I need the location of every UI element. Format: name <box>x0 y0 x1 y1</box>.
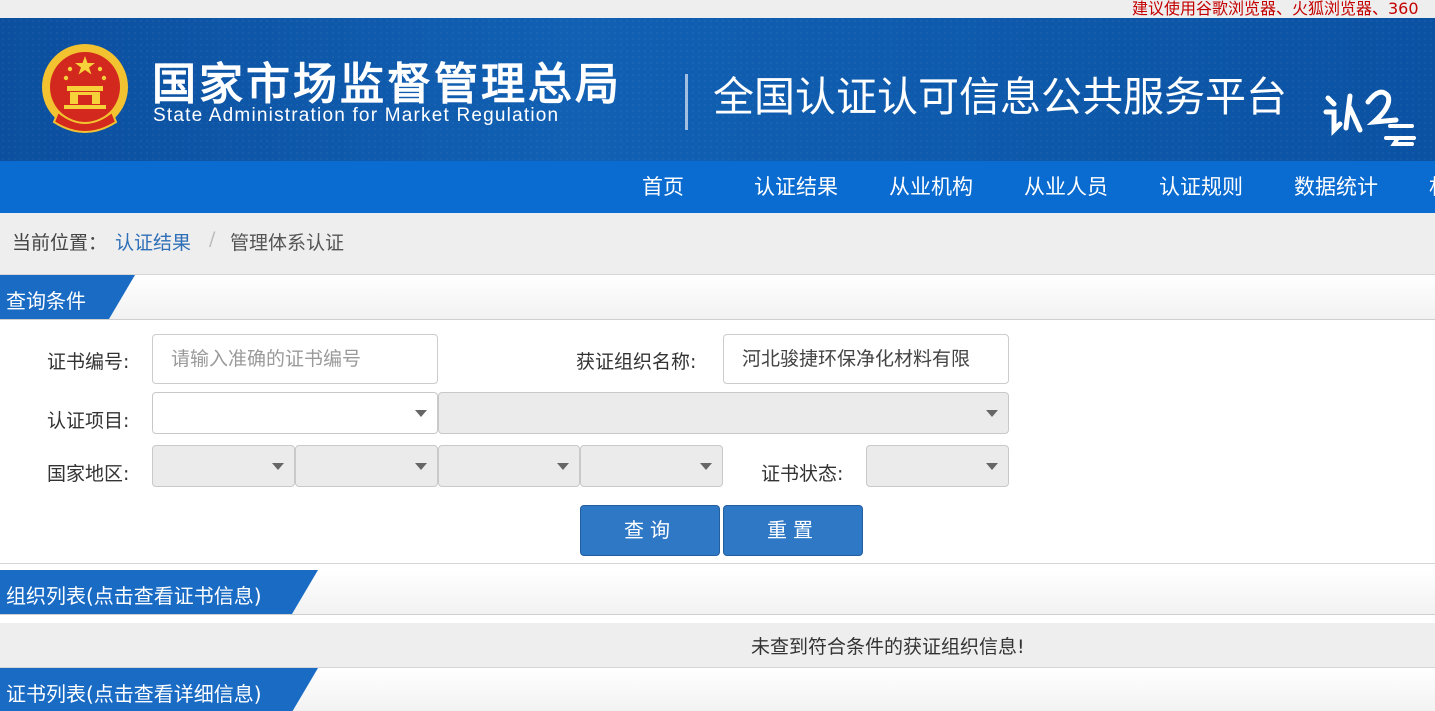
header-divider <box>685 74 688 130</box>
platform-title: 全国认证认可信息公共服务平台 <box>713 73 1287 121</box>
cert-project-select[interactable] <box>152 392 438 434</box>
empty-message: 未查到符合条件的获证组织信息! <box>751 636 1025 658</box>
cert-no-label: 证书编号: <box>47 351 130 373</box>
agency-name-en: State Administration for Market Regulati… <box>153 105 560 126</box>
chevron-down-icon <box>986 410 998 417</box>
top-strip: 建议使用谷歌浏览器、火狐浏览器、360 <box>0 0 1435 18</box>
cert-subproject-select[interactable] <box>438 392 1009 434</box>
org-name-label: 获证组织名称: <box>576 351 697 373</box>
nav-item-cert-rules[interactable]: 认证规则 <box>1159 161 1243 213</box>
chevron-down-icon <box>415 410 427 417</box>
browser-notice: 建议使用谷歌浏览器、火狐浏览器、360 <box>1132 0 1419 18</box>
cert-project-label: 认证项目: <box>47 410 130 432</box>
cert-status-select[interactable] <box>866 445 1009 487</box>
chevron-down-icon <box>700 463 712 470</box>
query-section-header: 查询条件 <box>0 275 1435 320</box>
query-section-title: 查询条件 <box>6 289 86 313</box>
chevron-down-icon <box>986 463 998 470</box>
region-district-select[interactable] <box>580 445 723 487</box>
nav-item-cert-results[interactable]: 认证结果 <box>754 161 838 213</box>
region-country-select[interactable] <box>152 445 295 487</box>
breadcrumb-separator: / <box>209 228 216 250</box>
org-list-header: 组织列表(点击查看证书信息) <box>0 570 1435 615</box>
search-button[interactable]: 查询 <box>580 505 720 556</box>
region-city-select[interactable] <box>438 445 580 487</box>
region-province-select[interactable] <box>295 445 438 487</box>
nav-item-personnel[interactable]: 从业人员 <box>1024 161 1108 213</box>
agency-name-cn: 国家市场监督管理总局 <box>152 59 622 110</box>
org-name-input[interactable]: 河北骏捷环保净化材料有限 <box>723 334 1009 384</box>
breadcrumb: 当前位置： 认证结果 / 管理体系认证 <box>0 213 1435 275</box>
cert-status-label: 证书状态: <box>761 463 844 485</box>
national-emblem-icon <box>42 44 128 133</box>
cert-list-title: 证书列表(点击查看详细信息) <box>6 682 262 706</box>
nav-item-institutions[interactable]: 从业机构 <box>889 161 973 213</box>
nav-item-statistics[interactable]: 数据统计 <box>1294 161 1378 213</box>
org-list-title: 组织列表(点击查看证书信息) <box>6 584 262 608</box>
chevron-down-icon <box>415 463 427 470</box>
reset-button[interactable]: 重置 <box>723 505 863 556</box>
region-label: 国家地区: <box>47 463 130 485</box>
breadcrumb-prefix: 当前位置： <box>12 232 108 254</box>
query-form: 证书编号: 请输入准确的证书编号 获证组织名称: 河北骏捷环保净化材料有限 认证… <box>0 320 1435 564</box>
site-header: 国家市场监督管理总局 State Administration for Mark… <box>0 18 1435 161</box>
org-list-empty: 未查到符合条件的获证组织信息! <box>0 623 1435 668</box>
breadcrumb-link-cert-results[interactable]: 认证结果 <box>115 228 191 255</box>
cert-list-header: 证书列表(点击查看详细信息) <box>0 668 1435 711</box>
breadcrumb-current: 管理体系认证 <box>230 232 345 254</box>
main-nav: 首页 认证结果 从业机构 从业人员 认证规则 数据统计 村 <box>0 161 1435 213</box>
cert-no-input[interactable]: 请输入准确的证书编号 <box>152 334 438 384</box>
nav-item-home[interactable]: 首页 <box>642 161 684 213</box>
chevron-down-icon <box>557 463 569 470</box>
renyun-logo-icon <box>1323 89 1416 146</box>
chevron-down-icon <box>272 463 284 470</box>
nav-item-more[interactable]: 村 <box>1429 161 1435 213</box>
